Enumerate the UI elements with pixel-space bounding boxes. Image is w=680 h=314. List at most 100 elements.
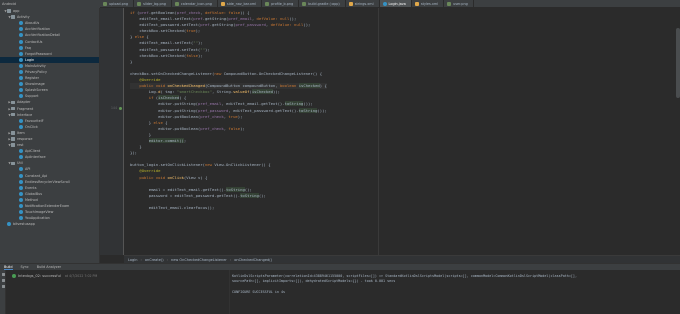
code-token: });	[130, 150, 138, 156]
build-result-label: Intevbgs_02: successful	[18, 274, 61, 278]
breadcrumb-separator: ›	[166, 257, 168, 262]
code-token: , String.	[212, 89, 234, 95]
code-token: );	[197, 40, 203, 46]
file-tab[interactable]: calendar_icon.png	[172, 0, 218, 7]
java-class-icon	[19, 33, 23, 38]
code-token: (View v) {	[183, 174, 208, 180]
code-token: ) {	[319, 83, 327, 89]
tree-item[interactable]: bitvestusapp	[0, 221, 99, 227]
file-tab-label: styles.xml	[420, 2, 439, 6]
folder-icon	[11, 143, 15, 147]
build-console-output: KotlinDslScriptsParameter(correlationId=…	[232, 274, 676, 296]
file-tab-label: side_nav_bar.xml	[226, 2, 257, 6]
code-token: defValue: null	[270, 22, 304, 28]
code-token: toString	[240, 192, 259, 198]
breadcrumb-item[interactable]: new OnCheckedChangeListener	[171, 258, 227, 262]
file-tab-label: strings.xml	[354, 2, 374, 6]
tree-item-label: SplashScreen	[25, 88, 48, 93]
tree-item-label: PrivacyPolicy	[25, 69, 48, 74]
code-token: );	[240, 125, 245, 131]
code-token: );	[195, 28, 201, 34]
file-tab[interactable]: user.png	[444, 0, 474, 7]
code-token: checkBox.setOnCheckedChangeListener(	[130, 70, 215, 76]
file-tab[interactable]: upload.png	[100, 0, 135, 7]
code-token: editor.putBoolean(	[130, 125, 201, 131]
file-tab[interactable]: styles.xml	[412, 0, 445, 7]
tree-item-label: Register	[25, 76, 39, 81]
java-class-icon	[19, 191, 23, 196]
java-class-icon	[19, 88, 23, 93]
code-token: CompoundButton.OnCheckedChangeListener()…	[223, 70, 323, 76]
build-tab[interactable]: Build	[4, 265, 13, 270]
tree-item-label: Support	[25, 94, 39, 99]
java-file-icon	[382, 2, 387, 6]
folder-icon	[11, 100, 15, 105]
code-token: valueOf	[233, 89, 250, 95]
java-class-icon	[19, 27, 23, 32]
breadcrumb-item[interactable]: onCreate()	[145, 258, 164, 262]
code-token: pref_check	[200, 125, 224, 131]
code-token: ));	[289, 16, 297, 22]
file-tab[interactable]: build.gradle (:app)	[299, 0, 346, 7]
editor-gutter: 144	[100, 8, 124, 255]
success-check-icon	[12, 274, 16, 278]
code-line[interactable]: editText_email.clearFocus();	[130, 205, 327, 211]
tree-item-label: bitvestusapp	[13, 222, 35, 227]
tree-item-label: AboutUs	[25, 21, 40, 26]
build-tree: Intevbgs_02: successful at 4/7/2022 7:02…	[6, 270, 230, 314]
build-tab[interactable]: Sync	[21, 265, 29, 269]
code-token: isChecked	[298, 83, 320, 89]
code-token: editText_email.clearFocus();	[130, 205, 215, 210]
java-class-icon	[19, 94, 23, 99]
tree-item-label: ApiInterface	[25, 155, 46, 160]
editor-scrollbar[interactable]	[676, 28, 680, 98]
breadcrumb-item[interactable]: Login	[128, 258, 137, 262]
file-tabs: upload.png slider_bg.png calendar_icon.png…	[100, 0, 680, 7]
code-token: }	[130, 131, 152, 137]
code-token: public void	[130, 174, 168, 180]
file-tab[interactable]: profile_b.png	[262, 0, 300, 7]
tree-item-label: MainActivity	[25, 63, 46, 68]
java-class-icon	[19, 82, 23, 87]
code-token: .getString(	[202, 16, 229, 22]
file-tab[interactable]: strings.xml	[346, 0, 380, 7]
code-token: defValue: false	[204, 10, 241, 15]
code-token: pref_check	[176, 10, 201, 15]
stop-icon[interactable]	[1, 279, 5, 282]
tree-item-label: Method	[25, 197, 38, 202]
code-token: password = editText_password.getText().	[130, 192, 241, 198]
tree-item-label: TouchImageView	[25, 210, 54, 215]
file-tab[interactable]: slider_bg.png	[134, 0, 172, 7]
file-tab[interactable]: Login.java	[379, 0, 412, 7]
code-token: ();	[258, 192, 266, 198]
code-token: }	[130, 58, 133, 64]
build-tab[interactable]: Build Analyzer	[37, 265, 61, 269]
code-token: "smartCheckbox"	[176, 89, 212, 95]
breadcrumb-item[interactable]: onCheckedChanged()	[234, 258, 272, 262]
tree-item-label: OnClick	[25, 124, 38, 129]
code-token: );	[237, 113, 243, 119]
code-token: boolean	[279, 83, 299, 89]
rerun-icon[interactable]	[1, 273, 5, 276]
file-tab-label: slider_bg.png	[143, 2, 166, 6]
code-token: new	[214, 70, 224, 76]
code-token: public void	[130, 83, 168, 89]
code-content[interactable]: if (pref.getBoolean(pref_check, defValue…	[130, 10, 327, 211]
tree-item-label: ForgotPassword	[25, 51, 52, 56]
code-editor[interactable]: if (pref.getBoolean(pref_check, defValue…	[124, 8, 680, 255]
code-token: defValue: null	[256, 16, 290, 22]
breadcrumb-separator: ›	[229, 257, 232, 262]
file-tab[interactable]: side_nav_bar.xml	[218, 0, 263, 7]
code-token: , editText_email.getText().	[221, 101, 285, 107]
java-class-icon	[19, 210, 23, 215]
breadcrumb-separator: ›	[140, 257, 142, 262]
code-token: ;	[183, 137, 187, 143]
project-view-selector[interactable]: Android	[0, 0, 100, 8]
code-token: );	[197, 52, 203, 58]
override-marker-icon[interactable]	[119, 107, 122, 110]
right-margin-guide	[378, 8, 379, 255]
folder-icon	[11, 131, 15, 135]
pin-icon[interactable]	[1, 285, 5, 288]
build-result-item[interactable]: Intevbgs_02: successful at 4/7/2022 7:02…	[12, 274, 97, 278]
